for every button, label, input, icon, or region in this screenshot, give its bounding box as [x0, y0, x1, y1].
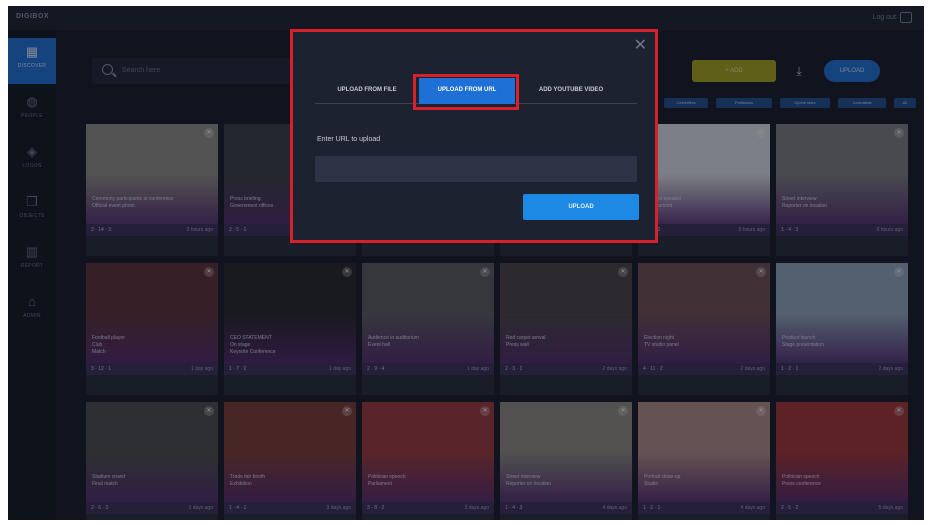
url-input[interactable]	[315, 156, 637, 182]
tab-add-youtube-video[interactable]: ADD YOUTUBE VIDEO	[521, 78, 621, 104]
url-field-label: Enter URL to upload	[317, 136, 381, 143]
tab-upload-from-file[interactable]: UPLOAD FROM FILE	[321, 78, 413, 104]
close-icon[interactable]: ✕	[634, 38, 647, 54]
upload-button[interactable]: UPLOAD	[523, 194, 639, 220]
upload-modal: ✕ UPLOAD FROM FILE UPLOAD FROM URL ADD Y…	[290, 29, 658, 243]
tab-highlight-frame	[413, 74, 519, 110]
app-window: DIGIBOX Log out ▦ DISCOVER ◍ PEOPLE ◈ LO…	[8, 6, 924, 520]
